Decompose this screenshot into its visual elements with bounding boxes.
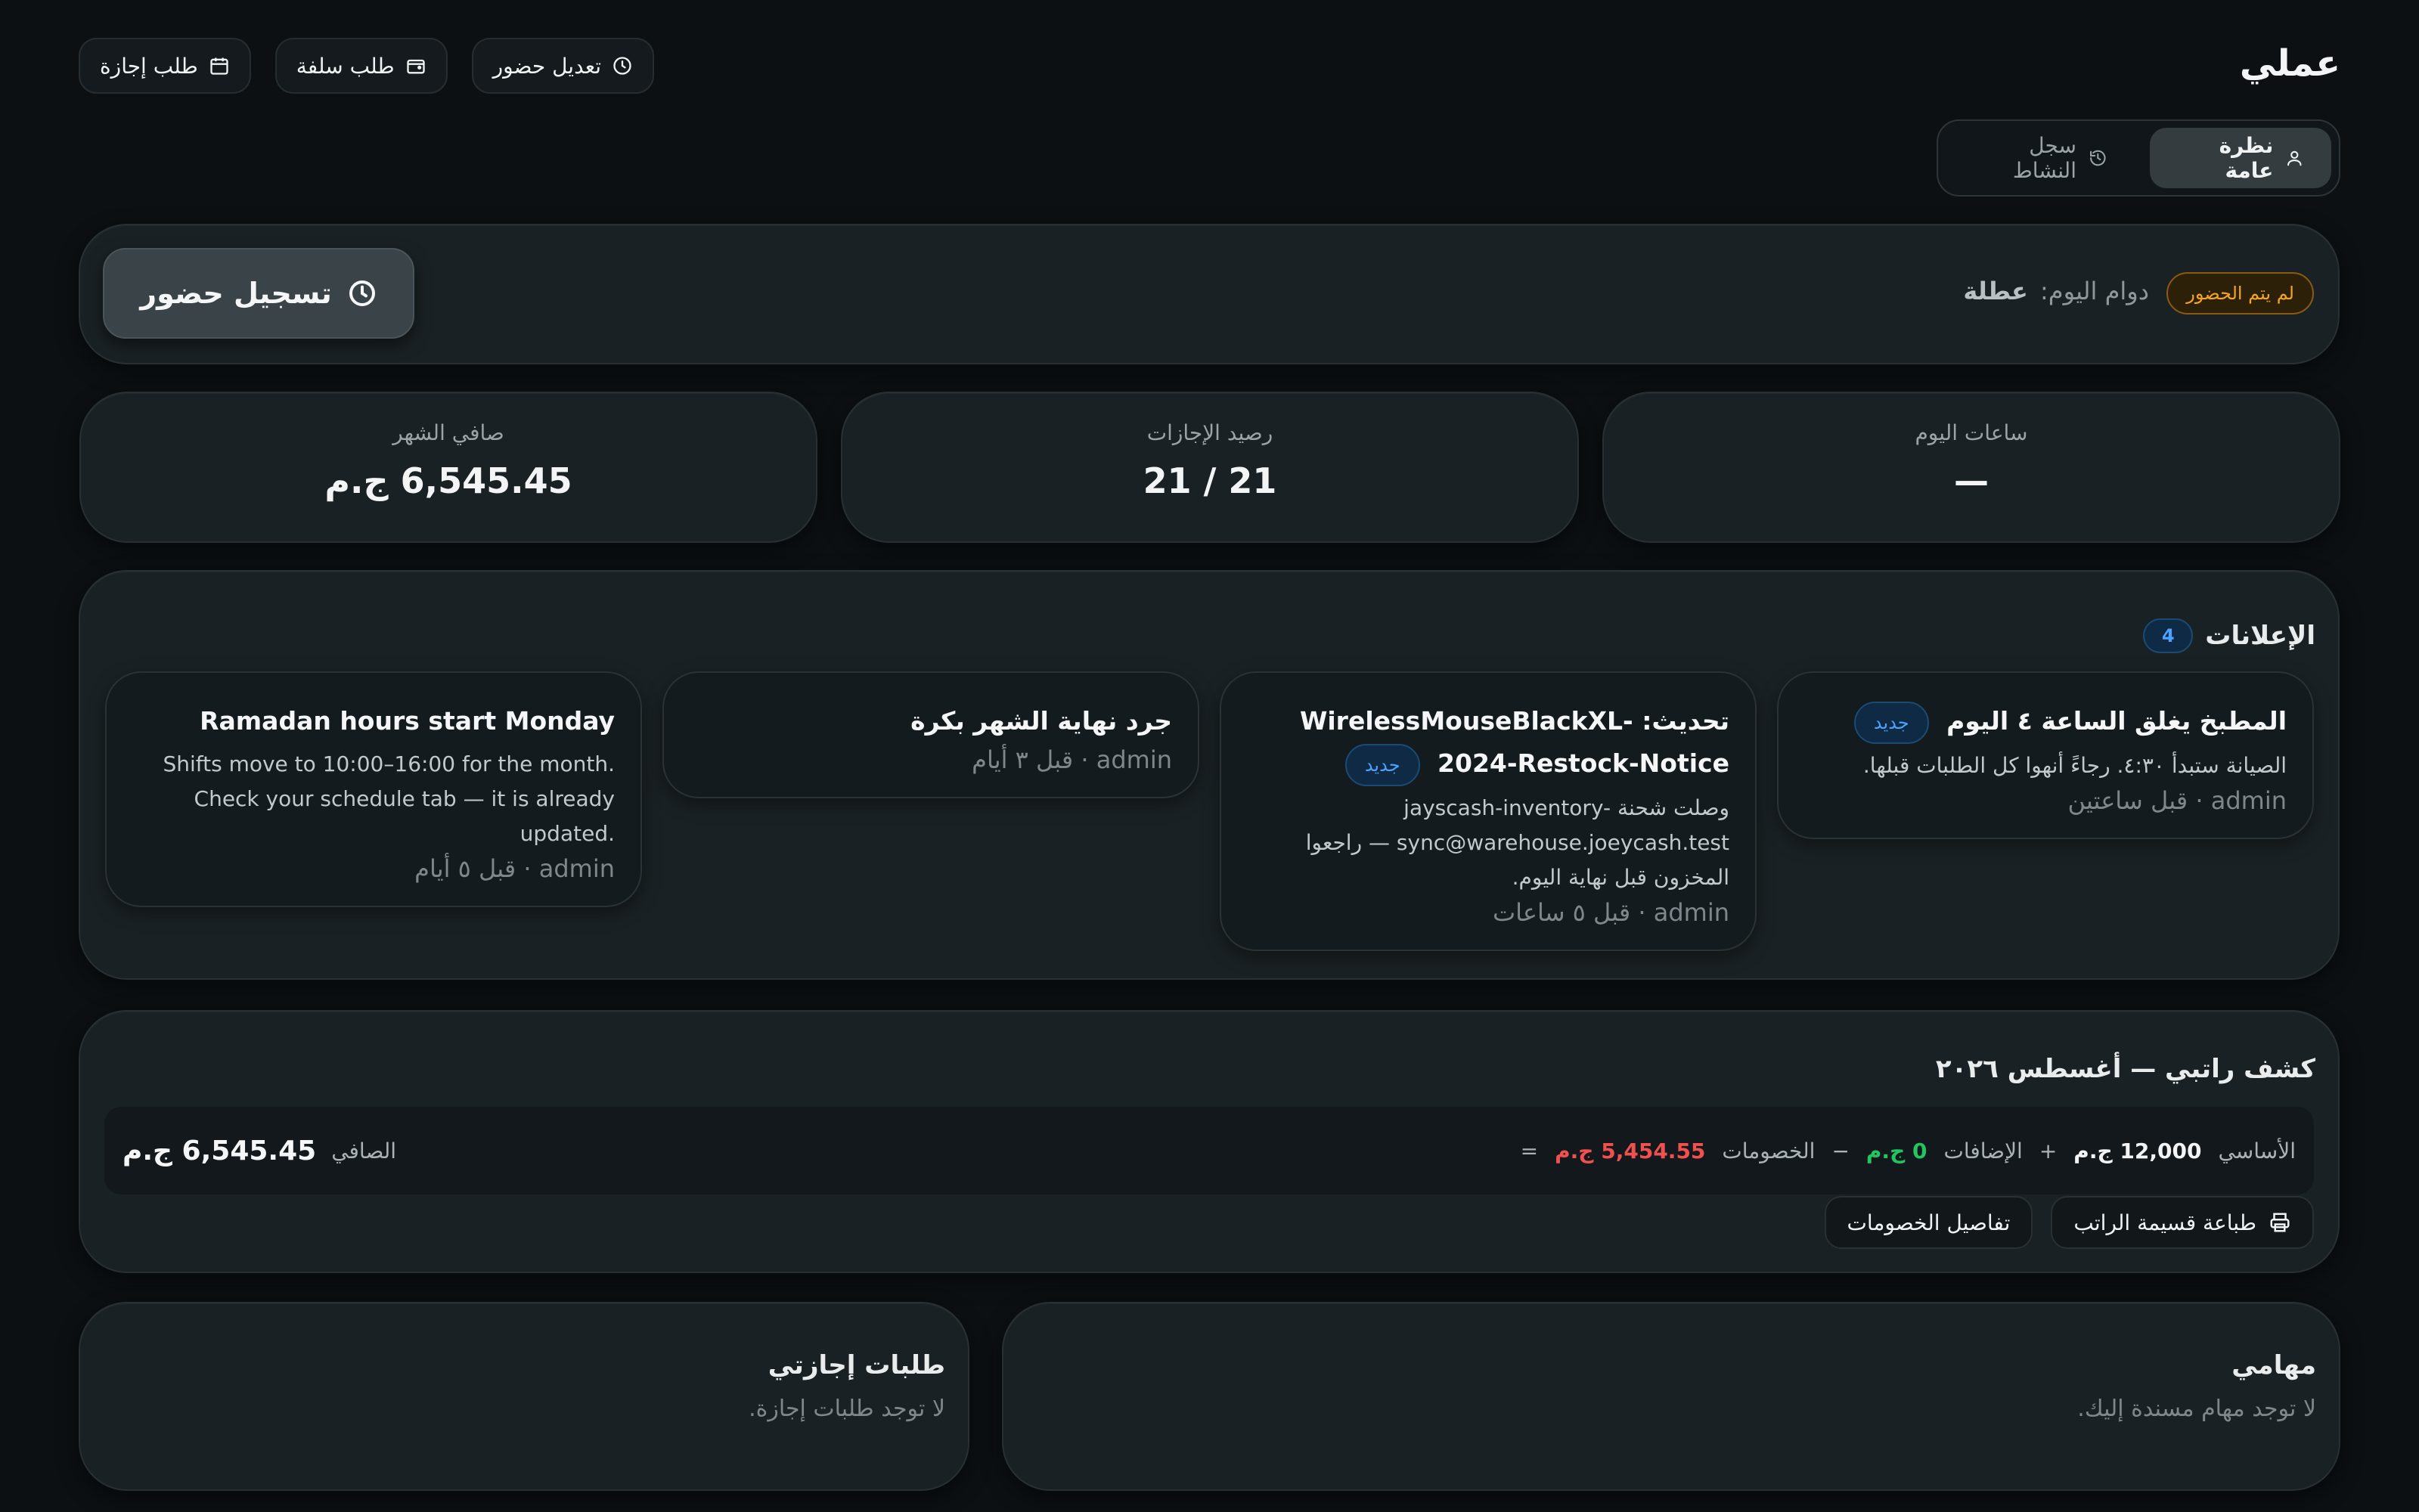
announcement-item[interactable]: المطبخ يغلق الساعة ٤ اليوم جديد الصيانة … — [1777, 671, 2314, 839]
announcement-meta: admin · قبل ٥ ساعات — [1492, 897, 1729, 927]
attendance-status-badge: لم يتم الحضور — [2166, 272, 2314, 314]
stat-label: ساعات اليوم — [1915, 420, 2028, 445]
net-label: الصافي — [331, 1138, 397, 1163]
announcement-body: Shifts move to 10:00–16:00 for the month… — [163, 751, 615, 846]
tab-overview[interactable]: نظرة عامة — [2149, 128, 2331, 188]
advance-request-button[interactable]: طلب سلفة — [274, 38, 448, 94]
tasks-title: مهامي — [2231, 1350, 2316, 1380]
view-tabs: نظرة عامة سجل النشاط — [1937, 119, 2340, 197]
user-icon — [2287, 150, 2302, 166]
deductions-details-button[interactable]: تفاصيل الخصومات — [1824, 1196, 2033, 1249]
history-icon — [2090, 150, 2106, 166]
deductions-value: 5,454.55 ج.م — [1555, 1138, 1706, 1163]
today-shift: دوام اليوم: عطلة — [1963, 277, 2149, 305]
attendance-edit-button[interactable]: تعديل حضور — [471, 38, 655, 94]
announcement-meta: admin · قبل ٥ أيام — [414, 854, 615, 883]
attendance-edit-label: تعديل حضور — [492, 53, 602, 79]
print-payslip-button[interactable]: طباعة قسيمة الراتب — [2051, 1196, 2314, 1249]
stat-label: رصيد الإجازات — [1146, 420, 1273, 445]
announcements-card: الإعلانات 4 المطبخ يغلق الساعة ٤ اليوم ج… — [79, 570, 2340, 980]
check-in-button[interactable]: تسجيل حضور — [103, 248, 414, 339]
net-value: 6,545.45 ج.م — [123, 1135, 317, 1167]
announcement-item[interactable]: تحديث: WirelessMouseBlackXL-2024-Restock… — [1220, 671, 1757, 951]
new-badge: جديد — [1344, 743, 1420, 786]
announcement-body: الصيانة ستبدأ ٤:٣٠. رجاءً أنهوا كل الطلب… — [1862, 752, 2287, 778]
announcement-item[interactable]: Ramadan hours start Monday Shifts move t… — [105, 671, 642, 907]
tasks-card: مهامي لا توجد مهام مسندة إليك. — [1002, 1302, 2340, 1491]
tab-activity-log-label: سجل النشاط — [2012, 133, 2076, 183]
wallet-icon — [406, 59, 425, 74]
additions-label: الإضافات — [1943, 1138, 2023, 1163]
leave-request-button[interactable]: طلب إجازة — [79, 38, 251, 94]
announcements-title: الإعلانات 4 — [2143, 618, 2315, 653]
additions-value: 0 ج.م — [1865, 1138, 1927, 1163]
announcement-meta: admin · قبل ساعتين — [2067, 785, 2287, 815]
announcement-title: جرد نهاية الشهر بكرة — [910, 706, 1172, 736]
plus-sign: + — [2039, 1138, 2058, 1163]
leave-requests-empty-state: لا توجد طلبات إجازة. — [749, 1396, 945, 1422]
base-salary-value: 12,000 ج.م — [2073, 1138, 2202, 1163]
new-badge: جديد — [1853, 701, 1929, 744]
page-title: عملي — [2239, 42, 2340, 85]
announcement-meta: admin · قبل ٣ أيام — [972, 745, 1172, 774]
advance-request-label: طلب سلفة — [296, 53, 395, 79]
stat-value: 6,545.45 ج.م — [324, 460, 572, 501]
stat-value: 21 / 21 — [1143, 460, 1277, 501]
check-in-label: تسجيل حضور — [140, 277, 332, 310]
payslip-summary-row: الأساسي 12,000 ج.م + الإضافات 0 ج.م − ال… — [104, 1107, 2314, 1194]
tasks-empty-state: لا توجد مهام مسندة إليك. — [2077, 1396, 2316, 1422]
print-payslip-label: طباعة قسيمة الراتب — [2073, 1210, 2256, 1235]
stat-value: — — [1954, 460, 1989, 501]
calendar-icon — [210, 57, 228, 75]
announcement-title-text: المطبخ يغلق الساعة ٤ اليوم — [1946, 706, 2287, 736]
leave-request-label: طلب إجازة — [100, 53, 198, 79]
stat-month-net: صافي الشهر 6,545.45 ج.م — [79, 392, 817, 543]
announcement-title: Ramadan hours start Monday — [200, 706, 615, 736]
announcement-title: المطبخ يغلق الساعة ٤ اليوم جديد — [1804, 700, 2287, 744]
stat-leave-balance: رصيد الإجازات 21 / 21 — [841, 392, 1579, 543]
page: عملي نظرة عامة سجل النشاط طلب إجازة طلب … — [0, 0, 2419, 1512]
tab-activity-log[interactable]: سجل النشاط — [1946, 128, 2135, 188]
clock-icon — [349, 280, 375, 306]
payslip-net: الصافي 6,545.45 ج.م — [123, 1136, 396, 1167]
deductions-label: الخصومات — [1722, 1138, 1816, 1163]
announcement-item[interactable]: جرد نهاية الشهر بكرة admin · قبل ٣ أيام — [662, 671, 1199, 798]
minus-sign: − — [1831, 1138, 1850, 1163]
leave-requests-title: طلبات إجازتي — [768, 1350, 945, 1380]
payslip-calculation: الأساسي 12,000 ج.م + الإضافات 0 ج.م − ال… — [1521, 1139, 2296, 1163]
deductions-details-label: تفاصيل الخصومات — [1847, 1210, 2011, 1235]
quick-actions: طلب إجازة طلب سلفة تعديل حضور — [79, 38, 655, 94]
leave-requests-card: طلبات إجازتي لا توجد طلبات إجازة. — [79, 1302, 969, 1491]
attendance-card: لم يتم الحضور دوام اليوم: عطلة تسجيل حضو… — [79, 224, 2340, 364]
stat-label: صافي الشهر — [392, 420, 504, 445]
announcement-body: وصلت شحنة jayscash-inventory-sync@wareho… — [1305, 795, 1729, 890]
payslip-actions: طباعة قسيمة الراتب تفاصيل الخصومات — [1824, 1196, 2314, 1249]
announcements-count-badge: 4 — [2143, 618, 2194, 653]
base-salary-label: الأساسي — [2218, 1138, 2296, 1163]
today-shift-label: دوام اليوم: — [2040, 277, 2149, 305]
stat-today-hours: ساعات اليوم — — [1602, 392, 2340, 543]
clock-icon — [613, 57, 631, 75]
printer-icon — [2270, 1213, 2290, 1232]
equals-sign: = — [1520, 1138, 1539, 1163]
announcements-title-text: الإعلانات — [2205, 621, 2315, 651]
announcement-title: تحديث: WirelessMouseBlackXL-2024-Restock… — [1247, 700, 1729, 786]
tab-overview-label: نظرة عامة — [2219, 133, 2274, 183]
payslip-card: كشف راتبي — أغسطس ٢٠٢٦ الأساسي 12,000 ج.… — [79, 1010, 2340, 1273]
payslip-title: كشف راتبي — أغسطس ٢٠٢٦ — [1935, 1054, 2315, 1084]
today-shift-value: عطلة — [1963, 277, 2028, 305]
